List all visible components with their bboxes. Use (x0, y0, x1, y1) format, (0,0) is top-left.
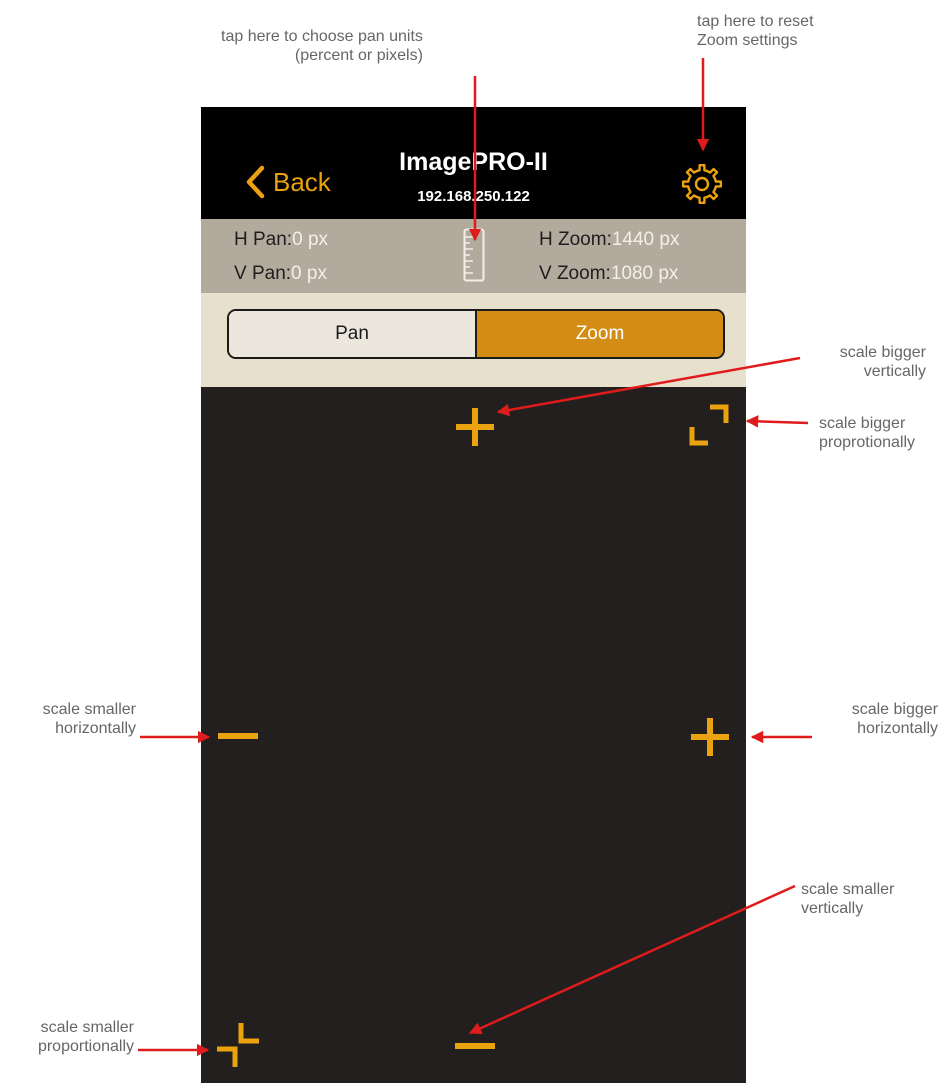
h-zoom-readout: H Zoom:1440 px (539, 229, 679, 251)
annotation-bigger-proportionally: scale bigger proprotionally (819, 415, 916, 451)
scale-bigger-horizontally-plus-icon[interactable] (690, 717, 730, 757)
h-zoom-label: H Zoom: (539, 229, 612, 250)
scale-smaller-proportionally-shrink-icon[interactable] (213, 1019, 265, 1071)
device-ip-address: 192.168.250.122 (417, 188, 530, 205)
h-zoom-value: 1440 px (611, 229, 680, 250)
h-pan-readout: H Pan:0 px (234, 229, 328, 251)
pan-zoom-segmented-control: Pan Zoom (227, 309, 725, 359)
v-zoom-label: V Zoom: (539, 263, 611, 284)
segment-zoom[interactable]: Zoom (477, 311, 723, 357)
mode-selector-area: Pan Zoom (201, 293, 746, 387)
v-zoom-value: 1080 px (610, 263, 679, 284)
navigation-bar: Back ImagePRO-II 192.168.250.122 (201, 107, 746, 219)
gear-icon[interactable] (679, 161, 725, 207)
v-zoom-readout: V Zoom:1080 px (539, 263, 678, 285)
annotation-smaller-horizontally: scale smaller horizontally (42, 701, 136, 737)
h-pan-label: H Pan: (234, 229, 293, 250)
h-pan-value: 0 px (292, 229, 329, 250)
v-pan-readout: V Pan:0 px (234, 263, 327, 285)
arrow-to-expand (745, 415, 809, 428)
v-pan-label: V Pan: (234, 263, 292, 284)
v-pan-value: 0 px (291, 263, 327, 284)
device-title: ImagePRO-II (399, 148, 548, 176)
scale-smaller-horizontally-minus-icon[interactable] (216, 728, 260, 744)
app-screen: Back ImagePRO-II 192.168.250.122 H Pan:0… (201, 107, 746, 1083)
scale-bigger-vertically-plus-icon[interactable] (455, 407, 495, 447)
scale-smaller-vertically-minus-icon[interactable] (453, 1038, 497, 1054)
annotation-pan-units: tap here to choose pan units (percent or… (221, 28, 423, 64)
annotation-bigger-horizontally: scale bigger horizontally (851, 701, 938, 737)
scale-bigger-proportionally-expand-icon[interactable] (688, 403, 732, 447)
annotation-smaller-proportionally: scale smaller proportionally (37, 1019, 134, 1055)
annotation-reset-zoom: tap here to reset Zoom settings (697, 13, 814, 49)
ruler-icon[interactable] (463, 228, 485, 282)
annotation-smaller-vertically: scale smaller vertically (801, 881, 895, 917)
annotation-bigger-vertically: scale bigger vertically (839, 344, 926, 380)
segment-pan[interactable]: Pan (229, 311, 477, 357)
